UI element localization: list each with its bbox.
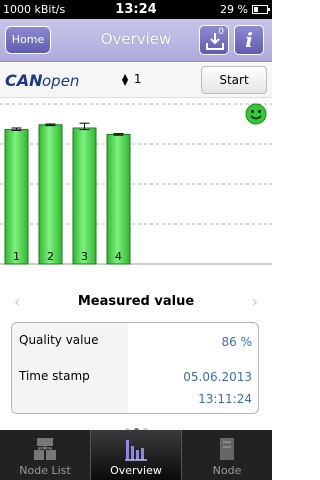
- up-down-arrows-icon: ▲ ▼: [122, 71, 129, 87]
- tab-overview-label: Overview: [110, 464, 162, 477]
- tab-node[interactable]: Node: [182, 430, 272, 480]
- tab-node-list[interactable]: Node List: [0, 430, 90, 480]
- logo-text-open: open: [42, 72, 79, 90]
- tab-bar: Node List Overview Node: [0, 430, 272, 480]
- app-header: Home Overview 0 i: [0, 19, 272, 62]
- download-button[interactable]: 0: [199, 25, 229, 55]
- download-count: 0: [218, 27, 224, 37]
- smiley-green-icon: [245, 103, 267, 125]
- pager-title: Measured value: [77, 294, 195, 309]
- bar-label-4: 4: [115, 250, 122, 263]
- measurement-panel: Quality value 86 % Time stamp 05.06.2013…: [11, 322, 259, 414]
- canopen-logo: CAN open: [5, 71, 79, 90]
- bar-chart: 1 2 3 4: [0, 100, 272, 268]
- chart-canvas: 1 2 3 4: [0, 103, 272, 265]
- timestamp-date: 05.06.2013: [183, 370, 252, 384]
- quality-value: 86 %: [221, 335, 253, 349]
- measurement-pager: ‹ Measured value ›: [0, 290, 272, 314]
- start-button[interactable]: Start: [201, 66, 267, 94]
- node-selector-value: 1: [133, 72, 142, 86]
- quality-label: Quality value: [19, 333, 99, 347]
- node-icon: [220, 438, 234, 460]
- status-bar: 1000 kBit/s 13:24 29 %: [0, 0, 272, 19]
- bar-2: [38, 124, 63, 265]
- logo-text-can: CAN: [5, 71, 43, 90]
- bar-label-3: 3: [81, 250, 88, 263]
- timestamp-label: Time stamp: [19, 369, 90, 383]
- bar-4: [106, 133, 131, 265]
- bar-3: [72, 127, 97, 265]
- node-selector[interactable]: ▲ ▼ 1: [122, 72, 141, 86]
- info-button[interactable]: i: [234, 25, 264, 55]
- battery-percent: 29 %: [220, 3, 248, 16]
- tab-overview[interactable]: Overview: [90, 430, 182, 480]
- bar-1: [4, 129, 29, 265]
- page-title: Overview: [100, 30, 172, 48]
- battery-icon: [252, 5, 270, 14]
- bar-label-2: 2: [47, 250, 54, 263]
- toolbar: CAN open ▲ ▼ 1 Start: [0, 63, 272, 98]
- bar-label-1: 1: [13, 250, 20, 263]
- tab-node-list-label: Node List: [19, 464, 71, 477]
- timestamp-time: 13:11:24: [198, 392, 252, 406]
- bar-chart-icon: [125, 440, 147, 461]
- node-list-icon: [34, 438, 56, 460]
- tab-node-label: Node: [212, 464, 242, 477]
- chevron-right-icon[interactable]: ›: [252, 292, 258, 311]
